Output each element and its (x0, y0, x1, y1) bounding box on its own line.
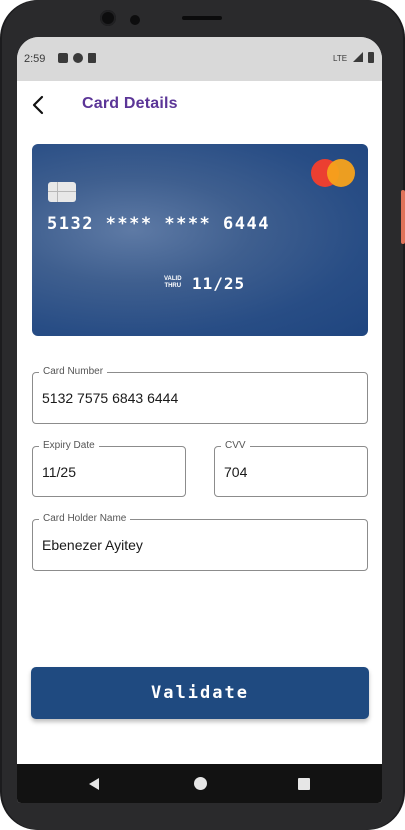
valid-thru-label: VALID THRU (164, 276, 182, 290)
cvv-field[interactable]: CVV (214, 440, 368, 497)
back-button[interactable] (27, 93, 51, 117)
status-bar: 2:59 LTE (17, 37, 382, 81)
nav-back-icon[interactable] (89, 778, 99, 790)
p-icon (73, 53, 83, 63)
screen: 2:59 LTE Card Details 5132 **** **** 644… (17, 37, 382, 803)
sim-card-icon (88, 53, 96, 63)
card-holder-name-input[interactable] (42, 520, 352, 570)
expiry-date-input[interactable] (42, 447, 172, 496)
arrow-back-icon (32, 95, 44, 115)
system-nav-bar (17, 764, 382, 803)
valid-label: VALID (164, 276, 182, 282)
card-number-input[interactable] (42, 373, 352, 423)
power-button[interactable] (401, 190, 405, 244)
nav-recents-icon[interactable] (298, 778, 310, 790)
cvv-input[interactable] (224, 447, 354, 496)
expiry-date-field[interactable]: Expiry Date (32, 440, 186, 497)
mastercard-yellow-circle (327, 159, 355, 187)
a-icon (58, 53, 68, 63)
card-preview: 5132 **** **** 6444 VALID THRU 11/25 (32, 144, 368, 336)
battery-icon (368, 52, 374, 63)
status-notification-icons (58, 53, 96, 63)
validate-button-label: Validate (151, 683, 249, 703)
network-type: LTE (333, 54, 348, 63)
front-camera-icon (100, 10, 116, 26)
status-time: 2:59 (24, 53, 46, 65)
signal-icon (353, 52, 363, 62)
validate-button[interactable]: Validate (31, 667, 369, 719)
speaker-grille (182, 16, 222, 20)
nav-home-icon[interactable] (194, 777, 207, 790)
camera-bar (60, 6, 340, 30)
app-bar: Card Details (17, 81, 382, 129)
sensor-icon (130, 15, 140, 25)
thru-label: THRU (164, 283, 182, 289)
phone-frame: 2:59 LTE Card Details 5132 **** **** 644… (0, 0, 405, 830)
card-holder-name-field[interactable]: Card Holder Name (32, 513, 368, 571)
expiry-display: 11/25 (192, 274, 246, 293)
card-number-display: 5132 **** **** 6444 (47, 214, 270, 234)
card-number-field[interactable]: Card Number (32, 366, 368, 424)
mastercard-logo-icon (311, 159, 355, 187)
chip-icon (48, 182, 76, 202)
page-title: Card Details (82, 95, 178, 112)
